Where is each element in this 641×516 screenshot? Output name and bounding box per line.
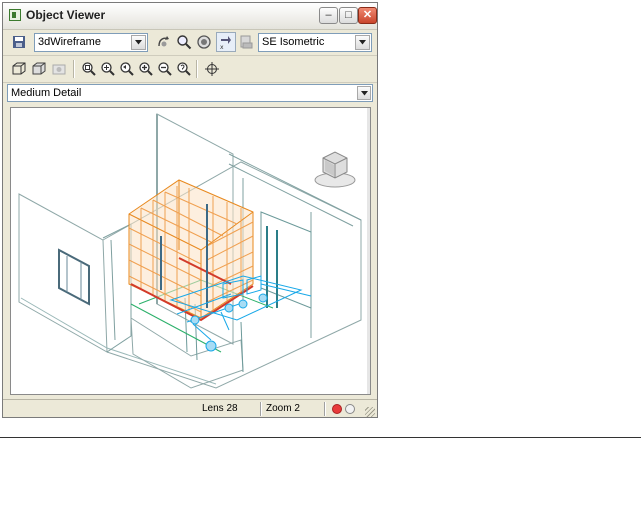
maximize-button[interactable]: □	[339, 7, 358, 24]
orbit-icon[interactable]	[154, 32, 174, 52]
view-dropdown[interactable]: SE Isometric	[258, 33, 372, 52]
view-value: SE Isometric	[262, 36, 325, 48]
window-title: Object Viewer	[26, 8, 106, 22]
zoom-readout: Zoom 2	[266, 403, 300, 414]
chevron-down-icon	[357, 86, 371, 100]
title-bar[interactable]: Object Viewer – □ ✕	[3, 3, 377, 30]
zoom-extents-icon[interactable]	[79, 59, 99, 79]
save-icon[interactable]	[9, 32, 29, 52]
resize-grip-icon[interactable]	[365, 407, 375, 417]
zoom-previous-icon[interactable]	[117, 59, 137, 79]
swap-icon[interactable]: x	[216, 32, 236, 52]
minimize-button[interactable]: –	[319, 7, 338, 24]
view-cube-icon	[314, 151, 356, 188]
chevron-down-icon	[355, 35, 370, 50]
red-status-light-icon[interactable]	[332, 404, 342, 414]
viewport-scrollbar[interactable]	[367, 108, 370, 394]
pan-target-icon[interactable]	[202, 59, 222, 79]
camera-icon[interactable]	[194, 32, 214, 52]
toolbar-row-2	[3, 56, 377, 83]
lens-readout: Lens 28	[202, 403, 238, 414]
close-button[interactable]: ✕	[358, 7, 377, 24]
zoom-in-icon[interactable]	[136, 59, 156, 79]
zoom-out-icon[interactable]	[155, 59, 175, 79]
detail-level-dropdown[interactable]: Medium Detail	[7, 84, 373, 102]
zoom-realtime-icon[interactable]	[174, 59, 194, 79]
status-bar: Lens 28 Zoom 2	[3, 399, 377, 418]
chevron-down-icon	[131, 35, 146, 50]
wireframe-model	[18, 113, 362, 389]
status-divider	[324, 402, 326, 416]
svg-text:x: x	[220, 44, 224, 50]
object-viewer-window: Object Viewer – □ ✕ 3dWireframe x SE Iso…	[2, 2, 378, 418]
page-divider	[0, 437, 641, 438]
app-icon	[9, 9, 21, 21]
wireframe-cube-icon[interactable]	[9, 59, 29, 79]
model-viewport[interactable]	[10, 107, 371, 395]
toolbar-row-1: 3dWireframe x SE Isometric	[3, 30, 377, 56]
detail-level-value: Medium Detail	[11, 87, 82, 99]
solid-cube-icon[interactable]	[29, 59, 49, 79]
gray-status-light-icon[interactable]	[345, 404, 355, 414]
export-icon[interactable]	[236, 32, 256, 52]
visual-style-value: 3dWireframe	[38, 36, 101, 48]
toolbar-divider	[196, 60, 198, 78]
zoom-window-icon[interactable]	[98, 59, 118, 79]
visual-style-dropdown[interactable]: 3dWireframe	[34, 33, 148, 52]
status-divider	[260, 402, 262, 416]
zoom-icon[interactable]	[174, 32, 194, 52]
render-icon[interactable]	[49, 59, 69, 79]
toolbar-divider	[73, 60, 75, 78]
